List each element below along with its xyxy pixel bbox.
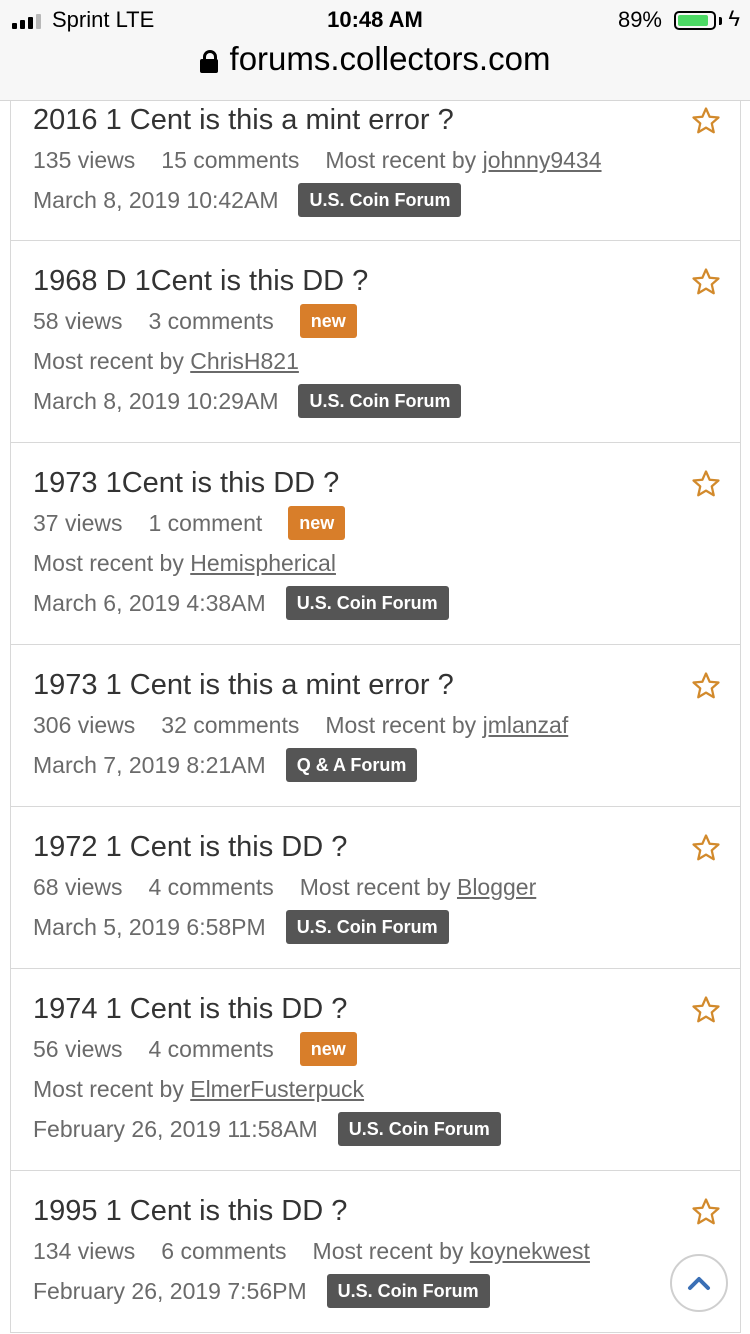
thread-date: March 7, 2019 8:21AM bbox=[33, 751, 266, 778]
charging-icon: ϟ bbox=[728, 6, 740, 31]
recent-label: Most recent by bbox=[312, 1237, 464, 1264]
comments-count: 1 comment bbox=[148, 509, 263, 536]
thread-date-row: February 26, 2019 11:58AM U.S. Coin Foru… bbox=[33, 1109, 684, 1149]
recent-label: Most recent by bbox=[33, 347, 184, 374]
comments-count: 32 comments bbox=[161, 711, 300, 738]
star-outline-icon[interactable] bbox=[691, 671, 721, 701]
recent-user-link[interactable]: johnny9434 bbox=[483, 147, 602, 174]
browser-header: Sprint LTE 10:48 AM 89% ϟ forums.collect… bbox=[0, 0, 750, 101]
thread-date-row: March 6, 2019 4:38AM U.S. Coin Forum bbox=[33, 583, 684, 623]
thread-item: 1974 1 Cent is this DD ? 56 views 4 comm… bbox=[11, 969, 740, 1171]
views-count: 37 views bbox=[33, 509, 123, 536]
comments-count: 15 comments bbox=[161, 146, 300, 173]
thread-title[interactable]: 1974 1 Cent is this DD ? bbox=[33, 969, 684, 1029]
chevron-up-icon bbox=[688, 1277, 710, 1290]
comments-count: 4 comments bbox=[148, 873, 274, 900]
recent-user-link[interactable]: Hemispherical bbox=[190, 550, 336, 577]
thread-date: March 8, 2019 10:42AM bbox=[33, 186, 279, 213]
thread-meta: 58 views 3 comments new bbox=[33, 301, 684, 341]
new-badge: new bbox=[299, 304, 357, 338]
thread-title[interactable]: 1972 1 Cent is this DD ? bbox=[33, 807, 684, 867]
thread-date-row: March 7, 2019 8:21AM Q & A Forum bbox=[33, 745, 684, 785]
category-badge[interactable]: U.S. Coin Forum bbox=[298, 183, 462, 217]
views-count: 135 views bbox=[33, 146, 136, 173]
recent-label: Most recent by bbox=[325, 146, 477, 173]
star-outline-icon[interactable] bbox=[691, 469, 721, 499]
recent-user-link[interactable]: koynekwest bbox=[470, 1238, 590, 1265]
category-badge[interactable]: U.S. Coin Forum bbox=[326, 1274, 490, 1308]
thread-item: 1968 D 1Cent is this DD ? 58 views 3 com… bbox=[11, 241, 740, 443]
views-count: 56 views bbox=[33, 1035, 123, 1062]
battery-percent: 89% bbox=[617, 7, 662, 32]
star-outline-icon[interactable] bbox=[691, 106, 721, 136]
recent-label: Most recent by bbox=[33, 1075, 184, 1102]
recent-user-link[interactable]: ElmerFusterpuck bbox=[190, 1076, 364, 1103]
thread-item: 1973 1Cent is this DD ? 37 views 1 comme… bbox=[11, 443, 740, 645]
thread-meta: 37 views 1 comment new bbox=[33, 503, 684, 543]
views-count: 58 views bbox=[33, 307, 123, 334]
recent-user-link[interactable]: ChrisH821 bbox=[190, 348, 299, 375]
thread-meta: 134 views 6 comments Most recent by koyn… bbox=[33, 1231, 684, 1271]
thread-date: February 26, 2019 7:56PM bbox=[33, 1277, 307, 1304]
recent-label: Most recent by bbox=[33, 549, 184, 576]
category-badge[interactable]: U.S. Coin Forum bbox=[298, 384, 462, 418]
thread-recent-row: Most recent by ChrisH821 bbox=[33, 341, 684, 381]
category-badge[interactable]: U.S. Coin Forum bbox=[285, 586, 449, 620]
address-bar[interactable]: forums.collectors.com bbox=[0, 40, 750, 84]
recent-label: Most recent by bbox=[299, 873, 451, 900]
thread-item: 1972 1 Cent is this DD ? 68 views 4 comm… bbox=[11, 807, 740, 969]
thread-title[interactable]: 1968 D 1Cent is this DD ? bbox=[33, 241, 684, 301]
battery-nub bbox=[719, 17, 722, 25]
lock-icon bbox=[199, 50, 218, 73]
views-count: 306 views bbox=[33, 711, 136, 738]
star-outline-icon[interactable] bbox=[691, 833, 721, 863]
thread-meta: 306 views 32 comments Most recent by jml… bbox=[33, 705, 684, 745]
star-outline-icon[interactable] bbox=[691, 995, 721, 1025]
thread-meta: 135 views 15 comments Most recent by joh… bbox=[33, 140, 684, 180]
thread-title[interactable]: 1973 1Cent is this DD ? bbox=[33, 443, 684, 503]
thread-list: 2016 1 Cent is this a mint error ? 135 v… bbox=[10, 80, 741, 1333]
thread-item: 1995 1 Cent is this DD ? 134 views 6 com… bbox=[11, 1171, 740, 1333]
thread-meta: 56 views 4 comments new bbox=[33, 1029, 684, 1069]
scroll-to-top-button[interactable] bbox=[670, 1254, 728, 1312]
thread-meta: 68 views 4 comments Most recent by Blogg… bbox=[33, 867, 684, 907]
new-badge: new bbox=[299, 1032, 357, 1066]
thread-date-row: March 8, 2019 10:42AM U.S. Coin Forum bbox=[33, 180, 684, 220]
star-outline-icon[interactable] bbox=[691, 267, 721, 297]
views-count: 134 views bbox=[33, 1237, 136, 1264]
thread-item: 2016 1 Cent is this a mint error ? 135 v… bbox=[11, 80, 740, 241]
recent-user-link[interactable]: jmlanzaf bbox=[483, 712, 569, 739]
thread-date: March 6, 2019 4:38AM bbox=[33, 589, 266, 616]
battery-icon bbox=[674, 11, 716, 30]
thread-title[interactable]: 1995 1 Cent is this DD ? bbox=[33, 1171, 684, 1231]
thread-date: March 5, 2019 6:58PM bbox=[33, 913, 266, 940]
thread-title[interactable]: 1973 1 Cent is this a mint error ? bbox=[33, 645, 684, 705]
status-bar: Sprint LTE 10:48 AM 89% ϟ bbox=[0, 0, 750, 42]
thread-date: February 26, 2019 11:58AM bbox=[33, 1115, 318, 1142]
url-text: forums.collectors.com bbox=[229, 40, 551, 77]
category-badge[interactable]: Q & A Forum bbox=[285, 748, 418, 782]
star-outline-icon[interactable] bbox=[691, 1197, 721, 1227]
category-badge[interactable]: U.S. Coin Forum bbox=[337, 1112, 501, 1146]
new-badge: new bbox=[288, 506, 346, 540]
thread-date-row: March 8, 2019 10:29AM U.S. Coin Forum bbox=[33, 381, 684, 421]
thread-date-row: February 26, 2019 7:56PM U.S. Coin Forum bbox=[33, 1271, 684, 1311]
comments-count: 4 comments bbox=[148, 1035, 274, 1062]
category-badge[interactable]: U.S. Coin Forum bbox=[285, 910, 449, 944]
thread-item: 1973 1 Cent is this a mint error ? 306 v… bbox=[11, 645, 740, 807]
recent-user-link[interactable]: Blogger bbox=[457, 874, 536, 901]
recent-label: Most recent by bbox=[325, 711, 477, 738]
comments-count: 3 comments bbox=[148, 307, 274, 334]
views-count: 68 views bbox=[33, 873, 123, 900]
thread-date: March 8, 2019 10:29AM bbox=[33, 387, 279, 414]
comments-count: 6 comments bbox=[161, 1237, 287, 1264]
thread-recent-row: Most recent by Hemispherical bbox=[33, 543, 684, 583]
thread-date-row: March 5, 2019 6:58PM U.S. Coin Forum bbox=[33, 907, 684, 947]
thread-recent-row: Most recent by ElmerFusterpuck bbox=[33, 1069, 684, 1109]
